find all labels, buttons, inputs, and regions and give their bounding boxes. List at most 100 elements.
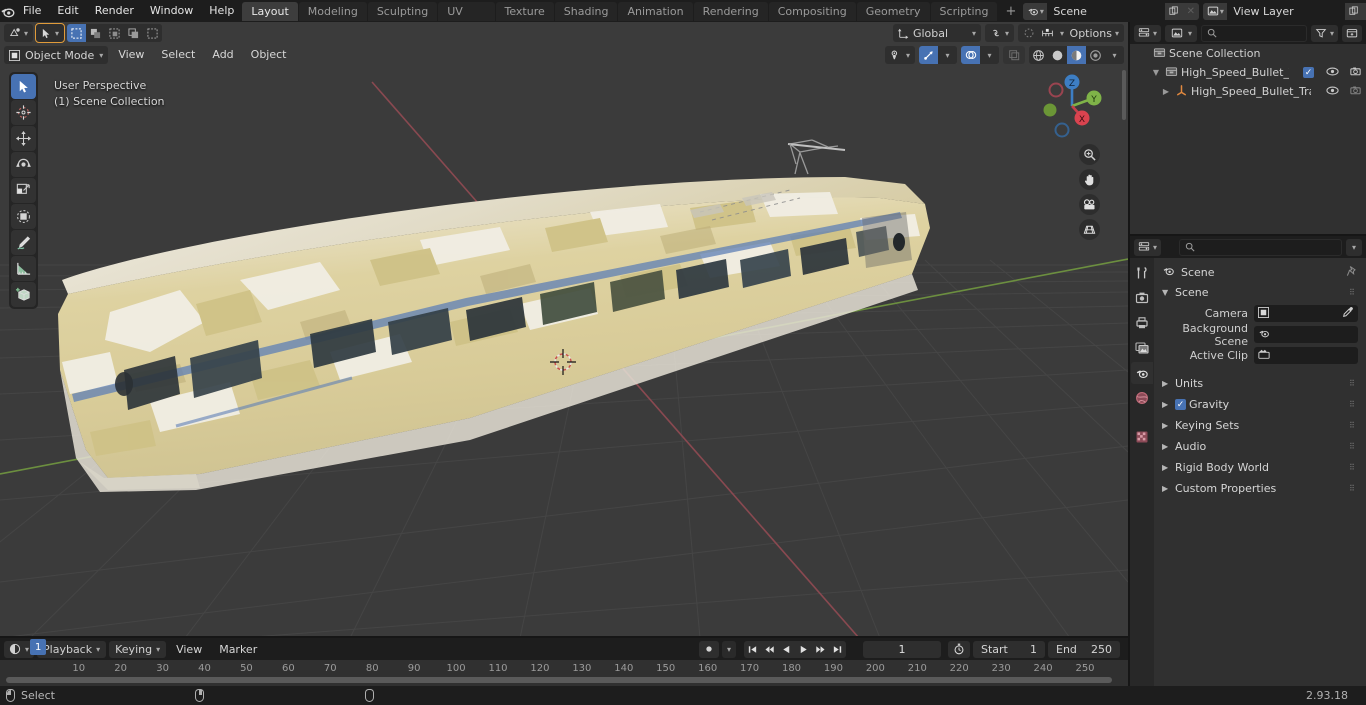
timeline-scrollbar-horizontal[interactable] bbox=[6, 677, 1112, 683]
menu-window[interactable]: Window bbox=[142, 2, 201, 20]
active-clip-field[interactable] bbox=[1254, 347, 1358, 364]
outliner-row-object[interactable]: ▶ High_Speed_Bullet_Train… bbox=[1130, 82, 1366, 101]
jump-to-start-button[interactable] bbox=[744, 640, 761, 658]
add-workspace-button[interactable]: + bbox=[998, 2, 1023, 21]
active-clip-row[interactable]: Active Clip bbox=[1162, 346, 1358, 365]
auto-keying-toggle[interactable] bbox=[698, 640, 719, 658]
start-frame-value[interactable]: 1 bbox=[1030, 643, 1037, 656]
chevron-right-icon[interactable]: ▶ bbox=[1162, 442, 1170, 451]
panel-units[interactable]: ▶ Units ⠿ bbox=[1154, 373, 1366, 394]
viewport-menu-object[interactable]: Object bbox=[244, 46, 294, 64]
panel-custom-properties[interactable]: ▶ Custom Properties ⠿ bbox=[1154, 478, 1366, 499]
viewport-menu-view[interactable]: View bbox=[111, 46, 151, 64]
collection-checkbox[interactable]: ✓ bbox=[1303, 67, 1314, 78]
object-mode-selector[interactable]: Object Mode ▾ bbox=[4, 46, 109, 64]
unlink-scene-button[interactable]: ✕ bbox=[1182, 2, 1200, 20]
properties-tab-scene[interactable] bbox=[1131, 362, 1153, 384]
workspace-tab-shading[interactable]: Shading bbox=[554, 1, 618, 21]
properties-editor-type-selector[interactable]: ▾ bbox=[1134, 238, 1162, 256]
frame-range-end[interactable]: End 250 bbox=[1048, 640, 1120, 658]
select-box-icon[interactable] bbox=[67, 24, 87, 42]
shading-solid-icon[interactable] bbox=[1048, 46, 1067, 64]
eyedropper-icon[interactable] bbox=[1342, 306, 1354, 321]
proportional-editing-group[interactable]: ▾ bbox=[1017, 24, 1069, 42]
remove-view-layer-button[interactable]: ✕ bbox=[1362, 2, 1366, 20]
use-preview-range-button[interactable] bbox=[948, 640, 970, 658]
workspace-tab-modeling[interactable]: Modeling bbox=[298, 1, 367, 21]
gizmo-options-chevron-down-icon[interactable]: ▾ bbox=[938, 46, 957, 64]
disclosure-triangle[interactable]: ▼ bbox=[1150, 68, 1162, 77]
chevron-right-icon[interactable]: ▶ bbox=[1162, 421, 1170, 430]
add-cube-tool[interactable] bbox=[11, 282, 36, 307]
panel-audio[interactable]: ▶ Audio ⠿ bbox=[1154, 436, 1366, 457]
new-view-layer-button[interactable] bbox=[1345, 2, 1363, 20]
frame-range-fields[interactable]: Start 1 bbox=[973, 640, 1045, 658]
menu-file[interactable]: File bbox=[15, 2, 49, 20]
properties-content[interactable]: Scene ▼ Scene ⠿ Camera Background Scene … bbox=[1154, 258, 1366, 686]
shading-material-preview-icon[interactable] bbox=[1067, 46, 1086, 64]
workspace-tab-scripting[interactable]: Scripting bbox=[930, 1, 998, 21]
properties-options-button[interactable]: ▾ bbox=[1345, 238, 1362, 256]
workspace-tab-texture-paint[interactable]: Texture Paint bbox=[495, 1, 554, 37]
select-mode-button[interactable]: ▾ bbox=[35, 23, 66, 43]
properties-tab-world[interactable] bbox=[1131, 387, 1153, 409]
chevron-right-icon[interactable]: ▶ bbox=[1162, 484, 1170, 493]
scale-tool[interactable] bbox=[11, 178, 36, 203]
properties-tab-render[interactable] bbox=[1131, 287, 1153, 309]
chevron-right-icon[interactable]: ▶ bbox=[1162, 400, 1170, 409]
gravity-checkbox[interactable]: ✓ bbox=[1175, 399, 1186, 410]
editor-type-selector[interactable]: ▾ bbox=[4, 24, 34, 42]
timeline-menu-playback[interactable]: Playback ▾ bbox=[37, 640, 107, 658]
outliner-filter-button[interactable]: ▾ bbox=[1310, 24, 1338, 42]
play-button[interactable] bbox=[795, 640, 812, 658]
chevron-down-icon[interactable]: ▼ bbox=[1162, 288, 1170, 297]
camera-field[interactable] bbox=[1254, 305, 1358, 322]
timeline-menu-keying[interactable]: Keying ▾ bbox=[109, 640, 167, 658]
workspace-tab-uv-editing[interactable]: UV Editing bbox=[438, 1, 495, 37]
options-button[interactable]: Options ▾ bbox=[1064, 24, 1124, 42]
chevron-right-icon[interactable]: ▶ bbox=[1162, 463, 1170, 472]
jump-to-end-button[interactable] bbox=[829, 640, 846, 658]
timeline-playhead[interactable]: 1 bbox=[30, 639, 47, 655]
workspace-tab-compositing[interactable]: Compositing bbox=[768, 1, 856, 21]
outliner-editor-type-selector[interactable]: ▾ bbox=[1134, 24, 1162, 42]
cursor-tool[interactable] bbox=[11, 100, 36, 125]
timeline-scroll-area[interactable] bbox=[0, 676, 1128, 684]
properties-tab-view-layer[interactable] bbox=[1131, 337, 1153, 359]
visibility-selector[interactable]: ▾ bbox=[884, 46, 915, 64]
viewport-3d[interactable]: ▾ ▾ Global ▾ ▾ ▾ Object Mode ▾ View Sele… bbox=[0, 22, 1128, 638]
panel-rigid-body-world[interactable]: ▶ Rigid Body World ⠿ bbox=[1154, 457, 1366, 478]
timeline-menu-view[interactable]: View bbox=[169, 641, 209, 658]
pan-hand-icon[interactable] bbox=[1079, 169, 1100, 190]
outliner-tree[interactable]: Scene Collection ▼ High_Speed_Bullet_Tra… bbox=[1130, 44, 1366, 101]
outliner-editor[interactable]: ▾ ▾ ▾ Scene Collection ▼ High_Speed_Bull… bbox=[1130, 22, 1366, 234]
outliner-new-collection-button[interactable] bbox=[1342, 24, 1362, 42]
menu-edit[interactable]: Edit bbox=[49, 2, 86, 20]
outliner-search-input[interactable] bbox=[1201, 24, 1307, 42]
select-difference-icon[interactable] bbox=[143, 24, 163, 42]
previous-keyframe-button[interactable] bbox=[761, 640, 778, 658]
measure-tool[interactable] bbox=[11, 256, 36, 281]
scene-panel-header[interactable]: ▼ Scene ⠿ bbox=[1154, 282, 1366, 302]
camera-icon[interactable] bbox=[1349, 66, 1362, 80]
shading-mode-group[interactable]: ▾ bbox=[1029, 46, 1124, 64]
select-mode-group[interactable] bbox=[67, 24, 163, 42]
disclosure-triangle[interactable]: ▶ bbox=[1160, 87, 1172, 96]
viewport-toolbar[interactable] bbox=[9, 72, 38, 309]
workspace-tab-layout[interactable]: Layout bbox=[242, 1, 298, 21]
workspace-tab-geometry-nodes[interactable]: Geometry Nodes bbox=[856, 1, 930, 37]
next-keyframe-button[interactable] bbox=[812, 640, 829, 658]
tweak-select-tool[interactable] bbox=[11, 74, 36, 99]
workspace-tab-rendering[interactable]: Rendering bbox=[693, 1, 768, 21]
move-tool[interactable] bbox=[11, 126, 36, 151]
navigation-gizmo[interactable]: Z Y X bbox=[1036, 70, 1108, 142]
view-layer-name-field[interactable]: View Layer bbox=[1227, 2, 1346, 20]
workspace-tab-sculpting[interactable]: Sculpting bbox=[367, 1, 438, 21]
transport-controls[interactable] bbox=[744, 640, 846, 658]
current-frame-field[interactable]: 1 bbox=[863, 640, 941, 658]
annotate-tool[interactable] bbox=[11, 230, 36, 255]
transform-orientation-selector[interactable]: Global ▾ bbox=[892, 24, 981, 42]
shading-wireframe-icon[interactable] bbox=[1029, 46, 1048, 64]
end-frame-value[interactable]: 250 bbox=[1091, 643, 1112, 656]
scene-selector[interactable]: ▾ Scene ✕ bbox=[1023, 2, 1200, 20]
